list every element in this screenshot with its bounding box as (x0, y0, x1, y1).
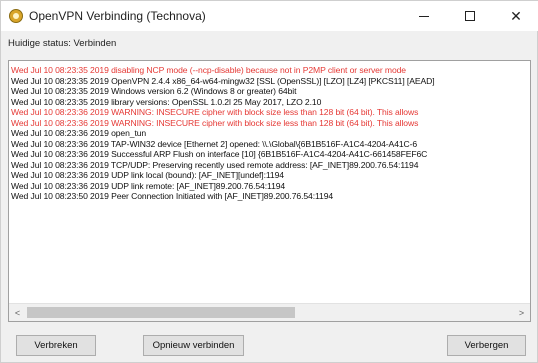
log-line: Wed Jul 10 08:23:36 2019 TCP/UDP: Preser… (11, 159, 419, 170)
reconnect-button[interactable]: Opnieuw verbinden (143, 335, 244, 356)
minimize-button[interactable] (401, 1, 447, 31)
openvpn-connection-window: OpenVPN Verbinding (Technova) ✕ Huidige … (0, 0, 538, 363)
log-line: Wed Jul 10 08:23:36 2019 UDP link remote… (11, 180, 286, 191)
log-line: Wed Jul 10 08:23:35 2019 Windows version… (11, 86, 297, 96)
maximize-button[interactable] (447, 1, 493, 31)
horizontal-scrollbar[interactable]: < > (9, 303, 530, 321)
close-button[interactable]: ✕ (493, 1, 538, 31)
log-line: Wed Jul 10 08:23:35 2019 OpenVPN 2.4.4 x… (11, 75, 435, 86)
openvpn-app-icon (9, 9, 23, 23)
log-output[interactable]: Wed Jul 10 08:23:35 2019 disabling NCP m… (8, 60, 531, 322)
log-line: Wed Jul 10 08:23:50 2019 Peer Connection… (11, 191, 334, 201)
log-line: Wed Jul 10 08:23:36 2019 TAP-WIN32 devic… (11, 138, 418, 149)
log-line: Wed Jul 10 08:23:35 2019 library version… (11, 96, 322, 107)
minimize-icon (419, 15, 429, 17)
maximize-icon (465, 11, 475, 21)
log-line: Wed Jul 10 08:23:36 2019 WARNING: INSECU… (11, 117, 419, 128)
hide-button[interactable]: Verbergen (447, 335, 526, 356)
scroll-right-arrow-icon[interactable]: > (513, 304, 530, 321)
log-line: Wed Jul 10 08:23:35 2019 disabling NCP m… (11, 65, 406, 75)
window-title: OpenVPN Verbinding (Technova) (29, 9, 206, 23)
title-bar[interactable]: OpenVPN Verbinding (Technova) ✕ (1, 1, 538, 31)
log-line: Wed Jul 10 08:23:36 2019 UDP link local … (11, 170, 284, 180)
log-line: Wed Jul 10 08:23:36 2019 WARNING: INSECU… (11, 107, 419, 117)
connection-status: Huidige status: Verbinden (8, 38, 117, 49)
log-lines: Wed Jul 10 08:23:35 2019 disabling NCP m… (11, 65, 526, 202)
log-line: Wed Jul 10 08:23:36 2019 open_tun (11, 128, 147, 138)
scroll-left-arrow-icon[interactable]: < (9, 304, 26, 321)
close-icon: ✕ (510, 7, 522, 24)
disconnect-button[interactable]: Verbreken (16, 335, 96, 356)
scrollbar-thumb[interactable] (27, 307, 295, 318)
log-line: Wed Jul 10 08:23:36 2019 Successful ARP … (11, 149, 428, 159)
